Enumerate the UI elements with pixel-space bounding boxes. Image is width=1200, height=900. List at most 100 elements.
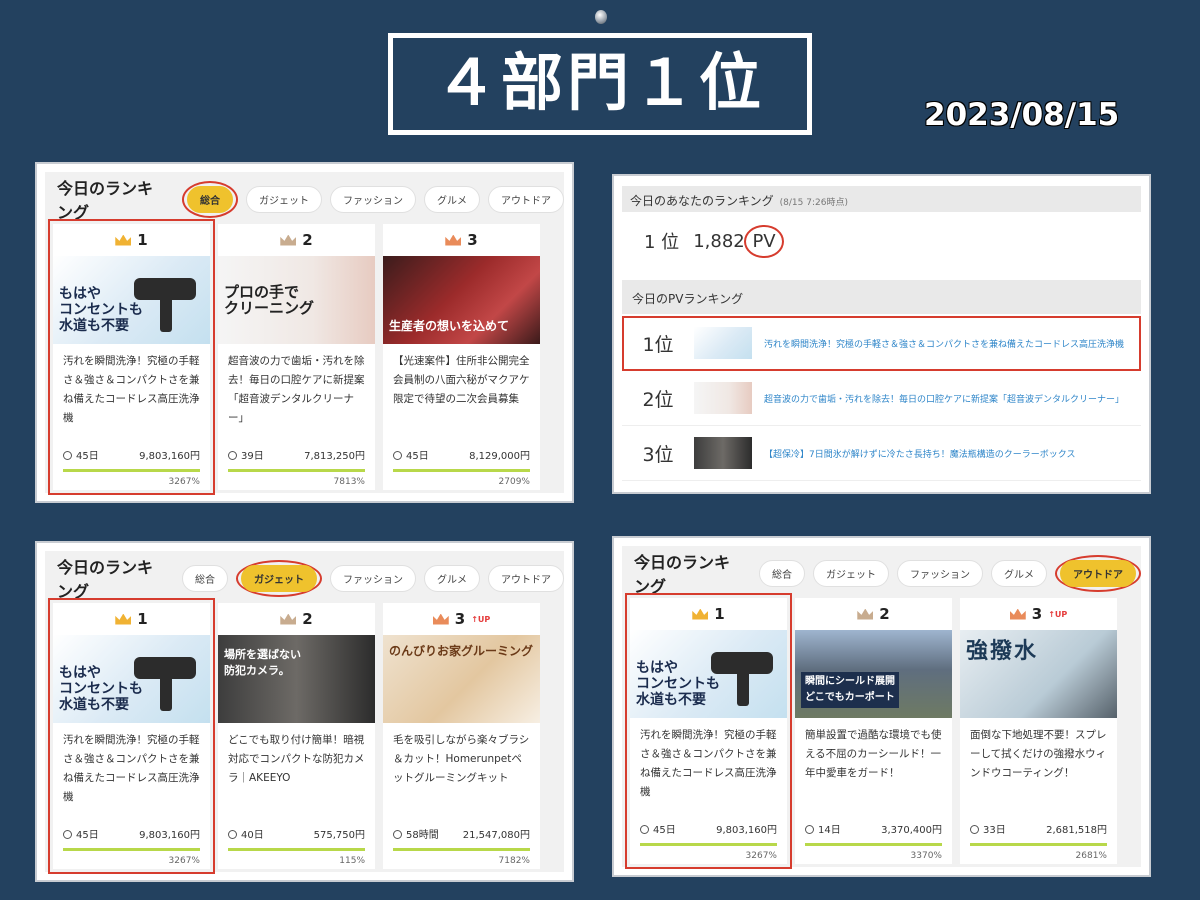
ranking-card[interactable]: 3 ↑UP 強撥水 面倒な下地処理不要！スプレーして拭くだけの強撥水ウィンドウコー…: [960, 598, 1117, 864]
product-description[interactable]: 汚れを瞬間洗浄！究極の手軽さ＆強さ＆コンパクトさを兼ね備えたコードレス高圧洗浄機: [630, 718, 787, 808]
amount-label: 8,129,000円: [469, 451, 530, 462]
ranking-card[interactable]: 3 ↑UP のんびりお家グルーミング 毛を吸引しながら楽々ブラシ＆カット！Home…: [383, 603, 540, 869]
crown-icon: [115, 234, 132, 246]
percent-label: 2709%: [498, 477, 530, 487]
tab-gourmet[interactable]: グルメ: [424, 564, 480, 592]
pv-row-link[interactable]: 汚れを瞬間洗浄！究極の手軽さ＆強さ＆コンパクトさを兼ね備えたコードレス高圧洗浄機: [764, 337, 1124, 350]
progress-bar: [393, 848, 530, 851]
clock-icon: [805, 825, 814, 834]
ranking-card[interactable]: 1 もはや コンセントも 水道も不要 汚れを瞬間洗浄！究極の手軽さ＆強さ＆コンパ…: [48, 598, 215, 874]
days-label: 40日: [228, 826, 264, 841]
percent-label: 7182%: [498, 856, 530, 866]
product-description[interactable]: 毛を吸引しながら楽々ブラシ＆カット！Homerunpetペットグルーミングキット: [383, 723, 540, 813]
card-rank: 3: [383, 224, 540, 256]
pv-thumbnail[interactable]: [694, 437, 752, 469]
product-thumbnail[interactable]: プロの手で クリーニング: [218, 256, 375, 344]
days-label: 45日: [640, 821, 676, 836]
pv-row[interactable]: 2位 超音波の力で歯垢・汚れを除去！毎日の口腔ケアに新提案「超音波デンタルクリー…: [622, 371, 1141, 426]
ranking-card[interactable]: 2 プロの手で クリーニング 超音波の力で歯垢・汚れを除去！毎日の口腔ケアに新提…: [218, 224, 375, 490]
pv-row-rank: 1位: [642, 333, 674, 356]
product-description[interactable]: どこでも取り付け簡単！暗視対応でコンパクトな防犯カメラ｜AKEEYO: [218, 723, 375, 813]
pv-thumbnail[interactable]: [694, 327, 752, 359]
progress-bar: [63, 848, 200, 851]
crown-icon: [692, 608, 709, 620]
percent-label: 3267%: [745, 851, 777, 861]
pv-ranking-subtitle: 今日のPVランキング: [622, 280, 1141, 314]
tab-overall[interactable]: 総合: [759, 559, 805, 587]
crown-icon: [280, 234, 297, 246]
product-description[interactable]: 超音波の力で歯垢・汚れを除去！毎日の口腔ケアに新提案「超音波デンタルクリーナー」: [218, 344, 375, 434]
clock-icon: [970, 825, 979, 834]
tab-outdoor[interactable]: アウトドア: [488, 185, 564, 213]
ranking-card[interactable]: 1 もはや コンセントも 水道も不要 汚れを瞬間洗浄！究極の手軽さ＆強さ＆コンパ…: [48, 219, 215, 495]
thumbnail-caption: のんびりお家グルーミング: [389, 644, 534, 658]
pv-time: (8/15 7:26時点): [779, 198, 848, 208]
ranking-card[interactable]: 2 場所を選ばない 防犯カメラ。 どこでも取り付け簡単！暗視対応でコンパクトな防…: [218, 603, 375, 869]
product-description[interactable]: 汚れを瞬間洗浄！究極の手軽さ＆強さ＆コンパクトさを兼ね備えたコードレス高圧洗浄機: [53, 723, 210, 813]
days-label: 45日: [63, 826, 99, 841]
progress-bar: [228, 469, 365, 472]
clock-icon: [63, 451, 72, 460]
tab-gourmet[interactable]: グルメ: [991, 559, 1047, 587]
thumbnail-caption: もはや コンセントも 水道も不要: [59, 665, 143, 713]
ranking-card[interactable]: 2 瞬間にシールド展開 どこでもカーポート 簡単設置で過酷な環境でも使える不屈の…: [795, 598, 952, 864]
tab-overall[interactable]: 総合: [187, 185, 233, 213]
tab-outdoor[interactable]: アウトドア: [488, 564, 564, 592]
product-thumbnail[interactable]: のんびりお家グルーミング: [383, 635, 540, 723]
product-description[interactable]: 汚れを瞬間洗浄！究極の手軽さ＆強さ＆コンパクトさを兼ね備えたコードレス高圧洗浄機: [53, 344, 210, 434]
tab-gourmet[interactable]: グルメ: [424, 185, 480, 213]
ranking-card[interactable]: 1 もはや コンセントも 水道も不要 汚れを瞬間洗浄！究極の手軽さ＆強さ＆コンパ…: [625, 593, 792, 869]
progress-bar: [970, 843, 1107, 846]
tab-gadget[interactable]: ガジェット: [241, 564, 317, 592]
thumbnail-caption: 場所を選ばない 防犯カメラ。: [224, 648, 301, 677]
tab-fashion[interactable]: ファッション: [330, 564, 416, 592]
pv-row[interactable]: 1位 汚れを瞬間洗浄！究極の手軽さ＆強さ＆コンパクトさを兼ね備えたコードレス高圧…: [622, 316, 1141, 371]
percent-label: 2681%: [1075, 851, 1107, 861]
pv-ranking-panel: 今日のあなたのランキング (8/15 7:26時点) 1 位 1,882 PV 今…: [612, 174, 1151, 494]
pv-row-link[interactable]: 超音波の力で歯垢・汚れを除去！毎日の口腔ケアに新提案「超音波デンタルクリーナー」: [764, 392, 1124, 405]
product-description[interactable]: 【光速案件】住所非公開完全会員制の八面六秘がマクアケ限定で待望の二次会員募集: [383, 344, 540, 434]
ranking-header: 今日のランキング 総合 ガジェット ファッション グルメ アウトドア: [634, 553, 1141, 596]
crown-icon: [115, 613, 132, 625]
card-rank: 1: [53, 224, 210, 256]
card-rank: 2: [218, 603, 375, 635]
ranking-header: 今日のランキング 総合 ガジェット ファッション グルメ アウトドア: [57, 558, 564, 601]
product-thumbnail[interactable]: もはや コンセントも 水道も不要: [53, 256, 210, 344]
product-description[interactable]: 簡単設置で過酷な環境でも使える不屈のカーシールド！一年中愛車をガード！: [795, 718, 952, 808]
tab-overall[interactable]: 総合: [182, 564, 228, 592]
product-thumbnail[interactable]: 場所を選ばない 防犯カメラ。: [218, 635, 375, 723]
thumbnail-caption: 生産者の想いを込めて: [389, 319, 510, 333]
thumbnail-caption: もはや コンセントも 水道も不要: [59, 286, 143, 334]
card-rank: 3 ↑UP: [960, 598, 1117, 630]
product-thumbnail[interactable]: 瞬間にシールド展開 どこでもカーポート: [795, 630, 952, 718]
amount-label: 9,803,160円: [139, 830, 200, 841]
product-thumbnail[interactable]: 生産者の想いを込めて: [383, 256, 540, 344]
clock-icon: [393, 451, 402, 460]
product-thumbnail[interactable]: もはや コンセントも 水道も不要: [630, 630, 787, 718]
amount-label: 9,803,160円: [716, 825, 777, 836]
progress-bar: [393, 469, 530, 472]
product-thumbnail[interactable]: もはや コンセントも 水道も不要: [53, 635, 210, 723]
tab-fashion[interactable]: ファッション: [330, 185, 416, 213]
ranking-panel-outdoor: 今日のランキング 総合 ガジェット ファッション グルメ アウトドア 1 もはや…: [612, 536, 1151, 877]
tab-fashion[interactable]: ファッション: [897, 559, 983, 587]
pv-row[interactable]: 3位 【超保冷】7日間氷が解けずに冷たさ長持ち！魔法瓶構造のクーラーボックス: [622, 426, 1141, 481]
ranking-title: 今日のランキング: [634, 553, 731, 596]
ranking-card[interactable]: 3 生産者の想いを込めて 【光速案件】住所非公開完全会員制の八面六秘がマクアケ限…: [383, 224, 540, 490]
ranking-panel-gadget: 今日のランキング 総合 ガジェット ファッション グルメ アウトドア 1 もはや…: [35, 541, 574, 882]
highlight-circle: 総合: [182, 180, 238, 218]
product-thumbnail[interactable]: 強撥水: [960, 630, 1117, 718]
days-label: 39日: [228, 447, 264, 462]
pv-thumbnail[interactable]: [694, 382, 752, 414]
tab-outdoor[interactable]: アウトドア: [1060, 559, 1136, 587]
clock-icon: [63, 830, 72, 839]
product-description[interactable]: 面倒な下地処理不要！スプレーして拭くだけの強撥水ウィンドウコーティング！: [960, 718, 1117, 808]
tab-gadget[interactable]: ガジェット: [246, 185, 322, 213]
percent-label: 3267%: [168, 856, 200, 866]
amount-label: 21,547,080円: [462, 830, 530, 841]
pv-row-link[interactable]: 【超保冷】7日間氷が解けずに冷たさ長持ち！魔法瓶構造のクーラーボックス: [764, 447, 1075, 460]
tab-gadget[interactable]: ガジェット: [813, 559, 889, 587]
progress-bar: [63, 469, 200, 472]
my-rank: 1 位: [644, 232, 680, 253]
progress-bar: [228, 848, 365, 851]
